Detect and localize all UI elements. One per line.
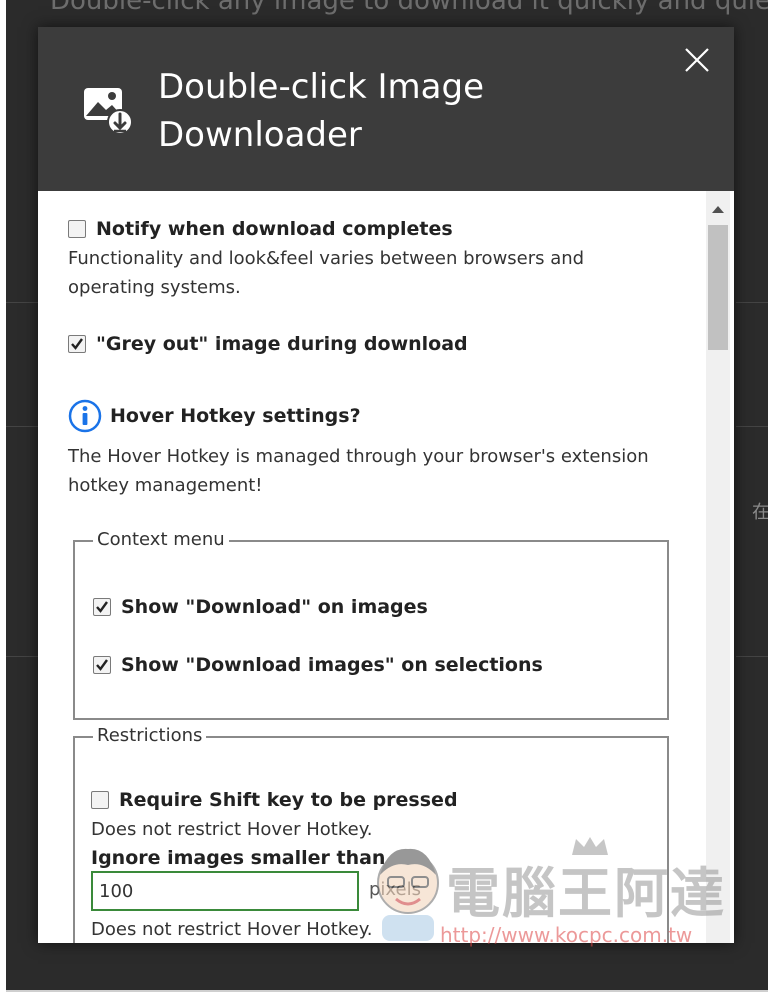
checkmark-icon	[71, 338, 83, 350]
page-bottom-border	[6, 990, 768, 992]
arrow-up-icon	[712, 206, 724, 213]
info-icon	[68, 399, 102, 433]
dialog-title: Double-click Image Downloader	[158, 67, 485, 155]
min-size-unit: pixels	[369, 879, 421, 900]
hotkey-info-description: The Hover Hotkey is managed through your…	[68, 446, 649, 496]
background-description: Double-click any image to download it qu…	[50, 0, 768, 16]
options-dialog: Double-click Image Downloader Notify whe…	[38, 27, 734, 943]
min-size-label: Ignore images smaller than	[91, 847, 386, 869]
context-menu-legend: Context menu	[93, 529, 229, 550]
notify-label: Notify when download completes	[96, 218, 453, 240]
context-download-option[interactable]: Show "Download" on images	[93, 596, 428, 618]
options-content: Notify when download completes Functiona…	[38, 191, 702, 943]
background-divider	[6, 656, 42, 657]
background-divider	[736, 656, 768, 657]
background-divider	[736, 426, 768, 427]
shift-key-description: Does not restrict Hover Hotkey.	[91, 819, 373, 840]
notify-checkbox[interactable]	[68, 220, 86, 238]
min-size-input[interactable]	[91, 871, 359, 911]
grey-out-label: "Grey out" image during download	[96, 333, 468, 355]
context-download-selection-option[interactable]: Show "Download images" on selections	[93, 654, 543, 676]
context-download-selection-checkbox[interactable]	[93, 656, 111, 674]
content-scrollbar[interactable]	[706, 191, 730, 943]
notify-option[interactable]: Notify when download completes	[68, 218, 453, 240]
context-download-selection-label: Show "Download images" on selections	[121, 654, 543, 676]
checkmark-icon	[96, 659, 108, 671]
close-icon	[685, 48, 709, 72]
context-download-checkbox[interactable]	[93, 598, 111, 616]
grey-out-checkbox[interactable]	[68, 335, 86, 353]
hotkey-info-title: Hover Hotkey settings?	[110, 405, 361, 427]
min-size-label-row: Ignore images smaller than	[91, 847, 385, 869]
notify-description: Functionality and look&feel varies betwe…	[68, 248, 585, 298]
background-divider	[6, 302, 42, 303]
background-side-text: 在	[752, 502, 768, 523]
dialog-header: Double-click Image Downloader	[38, 27, 734, 191]
restrictions-legend: Restrictions	[93, 725, 207, 746]
shift-key-label: Require Shift key to be pressed	[119, 789, 458, 811]
shift-key-option[interactable]: Require Shift key to be pressed	[91, 789, 458, 811]
hotkey-info-heading: Hover Hotkey settings?	[68, 399, 361, 433]
close-button[interactable]	[678, 41, 716, 79]
background-divider	[736, 302, 768, 303]
grey-out-option[interactable]: "Grey out" image during download	[68, 333, 468, 355]
checkmark-icon	[96, 601, 108, 613]
scroll-up-button[interactable]	[706, 197, 730, 221]
context-menu-group: Context menu Show "Download" on images S…	[73, 529, 669, 720]
min-size-description: Does not restrict Hover Hotkey.	[91, 919, 373, 940]
shift-key-checkbox[interactable]	[91, 791, 109, 809]
scrollbar-thumb[interactable]	[708, 225, 728, 350]
image-download-icon	[82, 84, 134, 136]
background-divider	[6, 426, 42, 427]
context-download-label: Show "Download" on images	[121, 596, 428, 618]
